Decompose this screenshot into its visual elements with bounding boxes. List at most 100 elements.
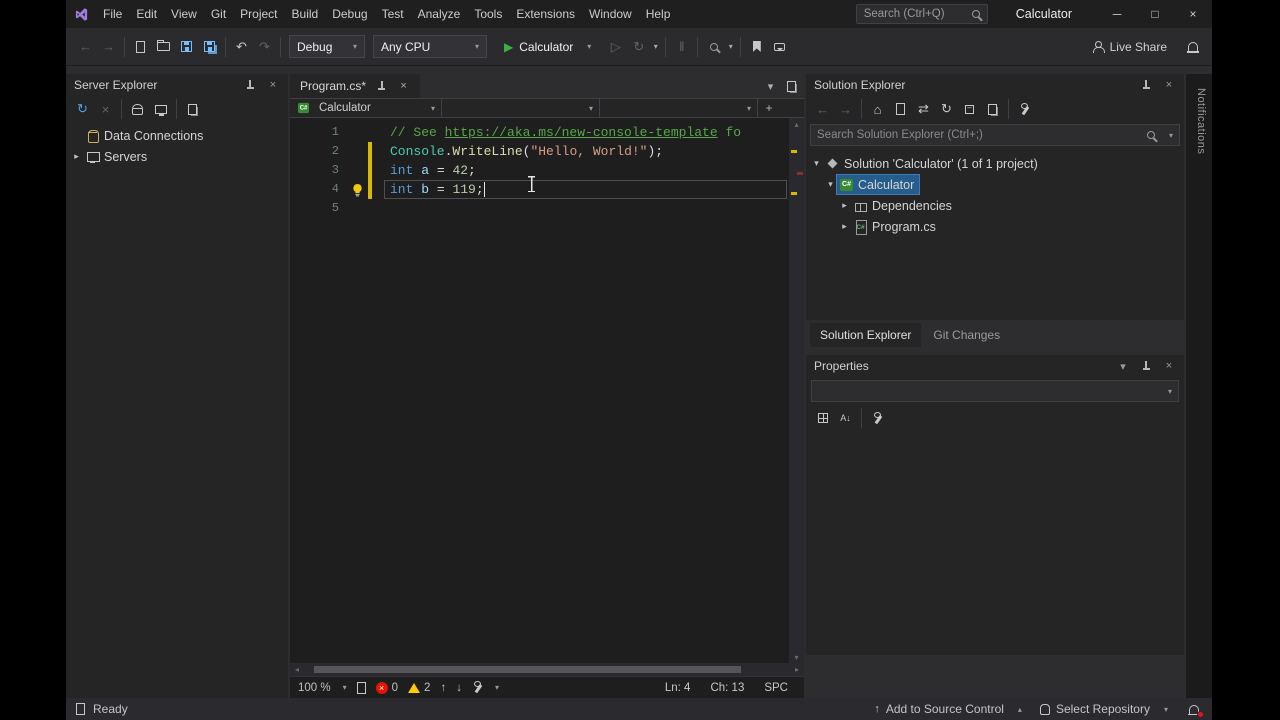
column-indicator[interactable]: Ch: 13 xyxy=(710,682,744,694)
forward-icon[interactable]: → xyxy=(834,98,857,121)
menu-window[interactable]: Window xyxy=(582,0,639,28)
close-icon[interactable]: × xyxy=(1162,359,1176,373)
document-health-icon[interactable] xyxy=(357,682,366,694)
tree-item-solution-calculator-1-of-1-project-[interactable]: ▾Solution 'Calculator' (1 of 1 project) xyxy=(806,153,1184,174)
save-all-icon[interactable] xyxy=(198,35,221,58)
properties-header[interactable]: Properties ▾ × xyxy=(806,355,1184,377)
type-dropdown[interactable]: ▾ xyxy=(442,99,600,117)
vertical-scrollbar[interactable]: ▴ ▾ xyxy=(789,118,804,663)
solution-explorer-header[interactable]: Solution Explorer × xyxy=(806,74,1184,96)
menu-edit[interactable]: Edit xyxy=(129,0,164,28)
run-without-debug-icon[interactable]: ▷ xyxy=(604,35,627,58)
server-explorer-header[interactable]: Server Explorer × xyxy=(66,74,288,96)
tree-item-dependencies[interactable]: ▸Dependencies xyxy=(806,195,1184,216)
menu-build[interactable]: Build xyxy=(285,0,326,28)
line-number[interactable]: 2 xyxy=(290,142,346,161)
menu-help[interactable]: Help xyxy=(639,0,678,28)
property-pages-icon[interactable] xyxy=(866,407,889,430)
connect-database-icon[interactable] xyxy=(126,98,149,121)
notifications-strip[interactable]: Notifications xyxy=(1186,74,1212,698)
home-icon[interactable]: ⌂ xyxy=(866,98,889,121)
switch-views-icon[interactable] xyxy=(889,98,912,121)
menu-test[interactable]: Test xyxy=(375,0,411,28)
window-layout-icon[interactable] xyxy=(785,80,798,93)
chevron-down-icon[interactable]: ▾ xyxy=(764,80,777,93)
errors-indicator[interactable]: × 0 xyxy=(376,682,398,694)
chevron-down-icon[interactable]: ▾ xyxy=(824,179,837,190)
code-cleanup-button[interactable]: ▾ xyxy=(472,682,499,693)
connect-sharepoint-icon[interactable] xyxy=(181,98,204,121)
quick-search-box[interactable]: Search (Ctrl+Q) xyxy=(856,4,988,24)
add-to-source-control-button[interactable]: ↑ Add to Source Control ▴ xyxy=(874,702,1022,716)
code-line-3[interactable]: 3int a = 42; xyxy=(290,161,789,180)
scroll-up-icon[interactable]: ▴ xyxy=(794,118,798,130)
find-in-files-icon[interactable] xyxy=(702,35,725,58)
scrollbar-thumb[interactable] xyxy=(314,666,742,673)
back-icon[interactable]: ← xyxy=(74,35,97,58)
warnings-indicator[interactable]: 2 xyxy=(408,682,430,694)
sync-icon[interactable]: ⇄ xyxy=(912,98,935,121)
hot-reload-icon[interactable]: ↻ xyxy=(627,35,650,58)
live-share-button[interactable]: Live Share xyxy=(1092,40,1167,54)
code-editor[interactable]: 1// See https://aka.ms/new-console-templ… xyxy=(290,118,804,663)
platform-dropdown[interactable]: Any CPU ▾ xyxy=(373,35,487,58)
chevron-right-icon[interactable]: ▸ xyxy=(838,221,851,232)
chevron-down-icon[interactable]: ▾ xyxy=(810,158,823,169)
chevron-right-icon[interactable]: ▸ xyxy=(838,200,851,211)
undo-icon[interactable]: ↶ xyxy=(230,35,253,58)
scroll-down-icon[interactable]: ▾ xyxy=(794,651,798,663)
show-all-files-icon[interactable] xyxy=(981,98,1004,121)
save-icon[interactable] xyxy=(175,35,198,58)
solution-search-box[interactable]: Search Solution Explorer (Ctrl+;) ▾ xyxy=(810,124,1180,146)
configuration-dropdown[interactable]: Debug ▾ xyxy=(289,35,365,58)
code-line-4[interactable]: 4int b = 119; xyxy=(290,180,789,199)
forward-icon[interactable]: → xyxy=(97,35,120,58)
open-file-icon[interactable] xyxy=(152,35,175,58)
scroll-right-icon[interactable]: ▸ xyxy=(790,665,804,674)
horizontal-scrollbar[interactable]: ◂ ▸ xyxy=(290,663,804,676)
code-line-1[interactable]: 1// See https://aka.ms/new-console-templ… xyxy=(290,123,789,142)
select-repository-button[interactable]: Select Repository ▾ xyxy=(1040,702,1168,716)
pin-icon[interactable] xyxy=(243,78,257,92)
tab-program-cs[interactable]: Program.cs* × xyxy=(290,74,420,98)
tree-item-servers[interactable]: ▸Servers xyxy=(66,146,288,167)
bookmark-icon[interactable] xyxy=(745,35,768,58)
menu-tools[interactable]: Tools xyxy=(467,0,509,28)
code-line-2[interactable]: 2Console.WriteLine("Hello, World!"); xyxy=(290,142,789,161)
refresh-icon[interactable]: ↻ xyxy=(935,98,958,121)
scrollbar-track[interactable] xyxy=(789,130,804,651)
dropdown-caret-icon[interactable]: ▾ xyxy=(725,35,736,58)
close-icon[interactable]: × xyxy=(397,80,410,93)
menu-extensions[interactable]: Extensions xyxy=(509,0,582,28)
chevron-right-icon[interactable]: ▸ xyxy=(70,151,83,162)
line-number[interactable]: 1 xyxy=(290,123,346,142)
pin-icon[interactable] xyxy=(1139,78,1153,92)
line-indicator[interactable]: Ln: 4 xyxy=(665,682,691,694)
tree-item-calculator[interactable]: ▾Calculator xyxy=(806,174,1184,195)
previous-issue-icon[interactable]: ↑ xyxy=(440,682,446,694)
next-issue-icon[interactable]: ↓ xyxy=(456,682,462,694)
tab-git-changes[interactable]: Git Changes xyxy=(923,323,1010,347)
menu-view[interactable]: View xyxy=(164,0,204,28)
menu-file[interactable]: File xyxy=(96,0,129,28)
pin-icon[interactable] xyxy=(375,80,388,93)
code-line-5[interactable]: 5 xyxy=(290,199,789,218)
split-add-icon[interactable]: + xyxy=(758,99,780,117)
stop-icon[interactable]: × xyxy=(94,98,117,121)
dropdown-caret-icon[interactable]: ▾ xyxy=(650,35,661,58)
new-file-icon[interactable] xyxy=(129,35,152,58)
lightbulb-icon[interactable] xyxy=(346,180,368,199)
close-button[interactable]: × xyxy=(1174,0,1212,28)
member-dropdown[interactable]: ▾ xyxy=(600,99,758,117)
connect-server-icon[interactable] xyxy=(149,98,172,121)
break-all-icon[interactable]: ‖ xyxy=(670,35,693,58)
line-number[interactable]: 4 xyxy=(290,180,346,199)
properties-icon[interactable] xyxy=(1013,98,1036,121)
comment-icon[interactable] xyxy=(768,35,791,58)
categorized-icon[interactable] xyxy=(811,407,834,430)
tab-solution-explorer[interactable]: Solution Explorer xyxy=(810,323,921,347)
menu-project[interactable]: Project xyxy=(233,0,284,28)
tree-item-program-cs[interactable]: ▸Program.cs xyxy=(806,216,1184,237)
properties-object-dropdown[interactable]: ▾ xyxy=(811,380,1179,402)
back-icon[interactable]: ← xyxy=(811,98,834,121)
